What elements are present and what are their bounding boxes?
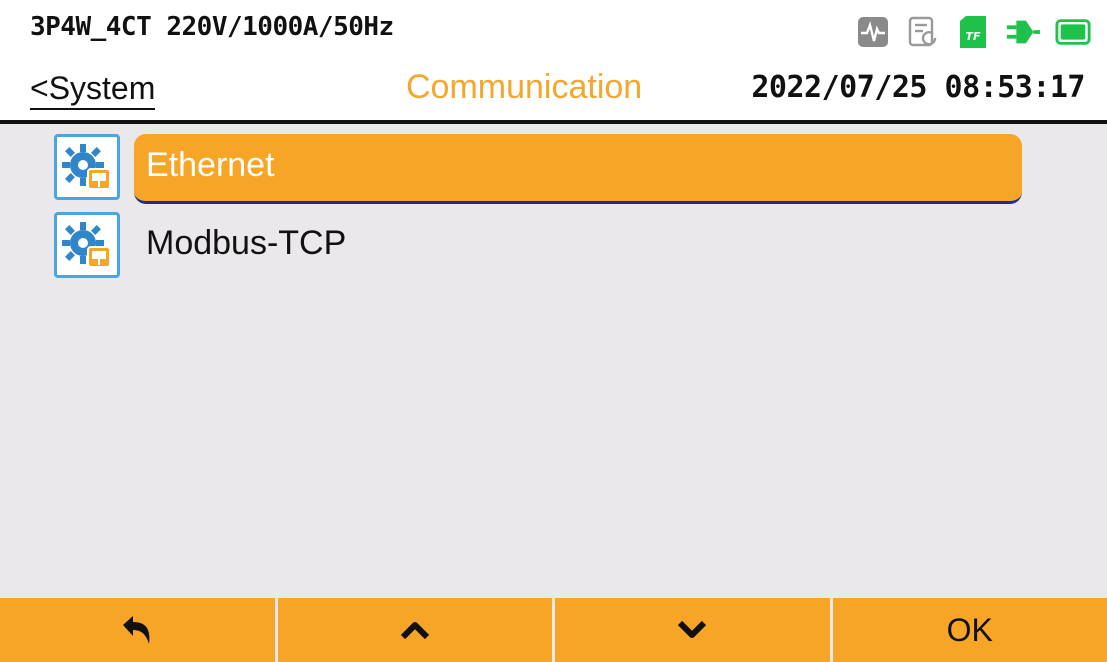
status-icon-bar: TF [855,14,1091,50]
waveform-icon [855,14,891,50]
datetime-display: 2022/07/25 08:53:17 [751,70,1085,105]
svg-text:TF: TF [965,30,981,43]
down-button[interactable] [555,598,830,662]
softkey-bar: OK [0,598,1107,662]
menu-item-label: Modbus-TCP [146,224,347,262]
power-plug-icon [1005,14,1041,50]
record-icon [905,14,941,50]
return-button[interactable] [0,598,275,662]
ok-button[interactable]: OK [832,598,1107,662]
tf-card-icon: TF [955,14,991,50]
gear-network-icon [54,212,120,278]
status-header: 3P4W_4CT 220V/1000A/50Hz TF <System Comm… [0,0,1107,124]
up-button[interactable] [277,598,552,662]
page-title: Communication [406,68,643,106]
gear-network-icon [54,134,120,200]
return-icon [123,616,150,644]
battery-icon [1055,14,1091,50]
wiring-config-label: 3P4W_4CT 220V/1000A/50Hz [30,12,394,42]
chevron-down-icon [678,620,707,638]
chevron-up-icon [400,622,429,640]
back-to-system-link[interactable]: <System [30,70,156,110]
menu-item-ethernet[interactable]: Ethernet [54,124,1034,204]
menu-item-label: Ethernet [146,146,275,184]
ok-label: OK [946,611,993,648]
menu-item-modbus-tcp[interactable]: Modbus-TCP [54,202,1034,278]
